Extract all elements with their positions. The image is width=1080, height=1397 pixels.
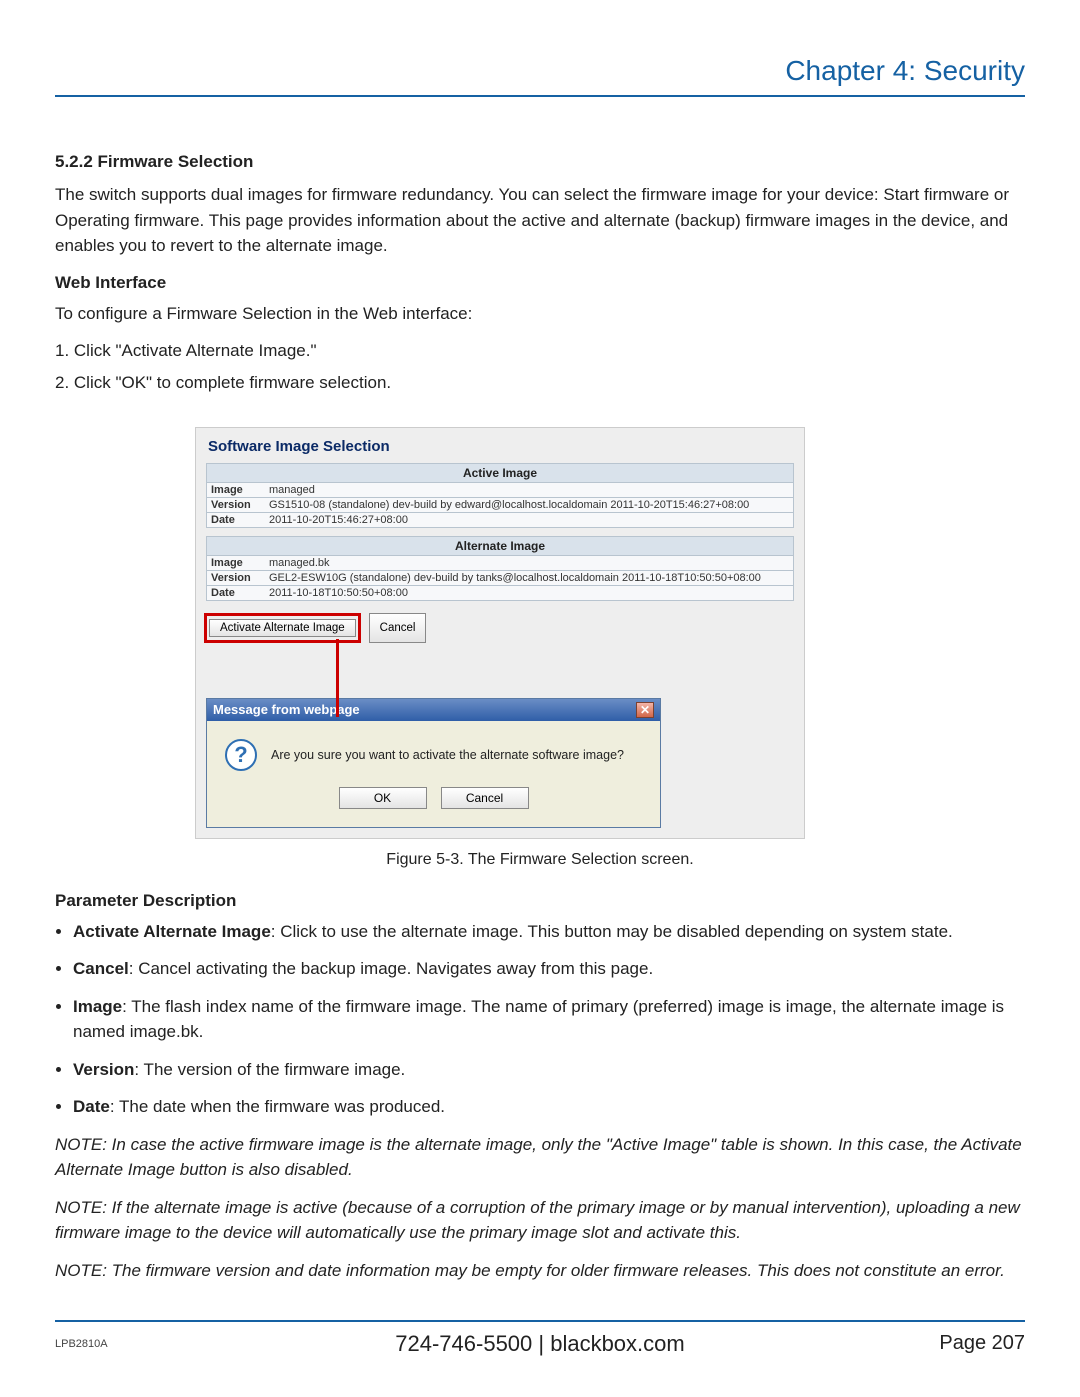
value-date-alt: 2011-10-18T10:50:50+08:00 xyxy=(265,586,793,600)
close-icon[interactable]: ✕ xyxy=(636,702,654,718)
value-date: 2011-10-20T15:46:27+08:00 xyxy=(265,513,793,527)
param-version: Version: The version of the firmware ima… xyxy=(73,1057,1025,1083)
alt-image-row: Image managed.bk xyxy=(206,556,794,571)
alternate-image-header: Alternate Image xyxy=(206,536,794,556)
note-1: NOTE: In case the active firmware image … xyxy=(55,1132,1025,1183)
param-activate: Activate Alternate Image: Click to use t… xyxy=(73,919,1025,945)
value-image: managed xyxy=(265,483,793,497)
dialog-cancel-button[interactable]: Cancel xyxy=(441,787,529,809)
active-image-header: Active Image xyxy=(206,463,794,483)
intro-paragraph: The switch supports dual images for firm… xyxy=(55,182,1025,259)
label-image-alt: Image xyxy=(207,556,265,570)
step-1: 1. Click "Activate Alternate Image." xyxy=(55,338,1025,364)
param-image: Image: The flash index name of the firmw… xyxy=(73,994,1025,1045)
panel-title: Software Image Selection xyxy=(196,428,804,463)
footer-center: 724-746-5500 | blackbox.com xyxy=(55,1331,1025,1357)
alt-date-row: Date 2011-10-18T10:50:50+08:00 xyxy=(206,586,794,601)
active-date-row: Date 2011-10-20T15:46:27+08:00 xyxy=(206,513,794,528)
label-date-alt: Date xyxy=(207,586,265,600)
value-version: GS1510-08 (standalone) dev-build by edwa… xyxy=(265,498,793,512)
dialog-ok-button[interactable]: OK xyxy=(339,787,427,809)
alt-version-row: Version GEL2-ESW10G (standalone) dev-bui… xyxy=(206,571,794,586)
chapter-header: Chapter 4: Security xyxy=(55,55,1025,97)
param-cancel: Cancel: Cancel activating the backup ima… xyxy=(73,956,1025,982)
note-3: NOTE: The firmware version and date info… xyxy=(55,1258,1025,1284)
param-date: Date: The date when the firmware was pro… xyxy=(73,1094,1025,1120)
cancel-button[interactable]: Cancel xyxy=(369,613,427,643)
activate-alternate-button[interactable]: Activate Alternate Image xyxy=(209,619,356,637)
web-interface-heading: Web Interface xyxy=(55,273,1025,293)
question-icon: ? xyxy=(225,739,257,771)
note-2: NOTE: If the alternate image is active (… xyxy=(55,1195,1025,1246)
firmware-selection-screenshot: Software Image Selection Active Image Im… xyxy=(195,427,805,839)
step-2: 2. Click "OK" to complete firmware selec… xyxy=(55,370,1025,396)
value-version-alt: GEL2-ESW10G (standalone) dev-build by ta… xyxy=(265,571,793,585)
dialog-message: Are you sure you want to activate the al… xyxy=(271,748,624,762)
label-image: Image xyxy=(207,483,265,497)
parameter-description-heading: Parameter Description xyxy=(55,891,1025,911)
label-date: Date xyxy=(207,513,265,527)
section-title: 5.2.2 Firmware Selection xyxy=(55,152,1025,172)
value-image-alt: managed.bk xyxy=(265,556,793,570)
callout-line xyxy=(336,639,339,717)
figure-caption: Figure 5-3. The Firmware Selection scree… xyxy=(55,851,1025,869)
web-interface-intro: To configure a Firmware Selection in the… xyxy=(55,301,1025,327)
active-image-row: Image managed xyxy=(206,483,794,498)
active-version-row: Version GS1510-08 (standalone) dev-build… xyxy=(206,498,794,513)
confirm-dialog: Message from webpage ✕ ? Are you sure yo… xyxy=(206,698,661,828)
label-version: Version xyxy=(207,498,265,512)
label-version-alt: Version xyxy=(207,571,265,585)
